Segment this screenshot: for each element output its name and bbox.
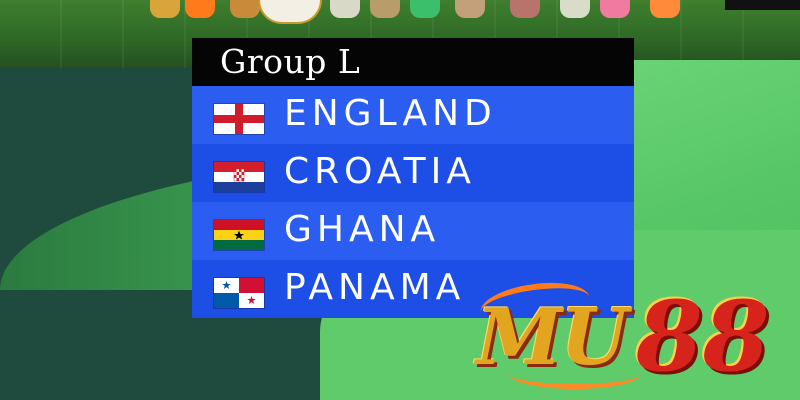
logo-swoosh-lower	[510, 360, 640, 389]
boot-graphic	[370, 0, 400, 18]
team-row-ghana: GHANA	[192, 202, 634, 260]
boot-graphic	[650, 0, 680, 18]
corner-overlay	[725, 0, 800, 10]
boot-graphic	[230, 0, 260, 18]
team-row-croatia: CROATIA	[192, 144, 634, 202]
boot-graphic	[410, 0, 440, 18]
team-name: GHANA	[284, 209, 441, 250]
mu88-logo: MU 88	[470, 276, 790, 396]
boot-graphic	[560, 0, 590, 18]
boot-graphic	[185, 0, 215, 18]
boot-graphic	[455, 0, 485, 18]
panama-flag-icon	[214, 278, 264, 308]
boot-graphic	[330, 0, 360, 18]
pennant-graphic	[258, 0, 322, 24]
england-flag-icon	[214, 104, 264, 134]
boot-graphic	[510, 0, 540, 18]
croatia-flag-icon	[214, 162, 264, 192]
group-header: Group L	[192, 38, 634, 86]
group-title: Group L	[220, 42, 361, 81]
team-name: PANAMA	[284, 267, 466, 308]
boot-graphic	[600, 0, 630, 18]
team-name: ENGLAND	[284, 93, 497, 134]
ghana-flag-icon	[214, 220, 264, 250]
team-row-england: ENGLAND	[192, 86, 634, 144]
logo-text-88: 88	[636, 280, 770, 393]
boot-graphic	[150, 0, 180, 18]
team-name: CROATIA	[284, 151, 476, 192]
